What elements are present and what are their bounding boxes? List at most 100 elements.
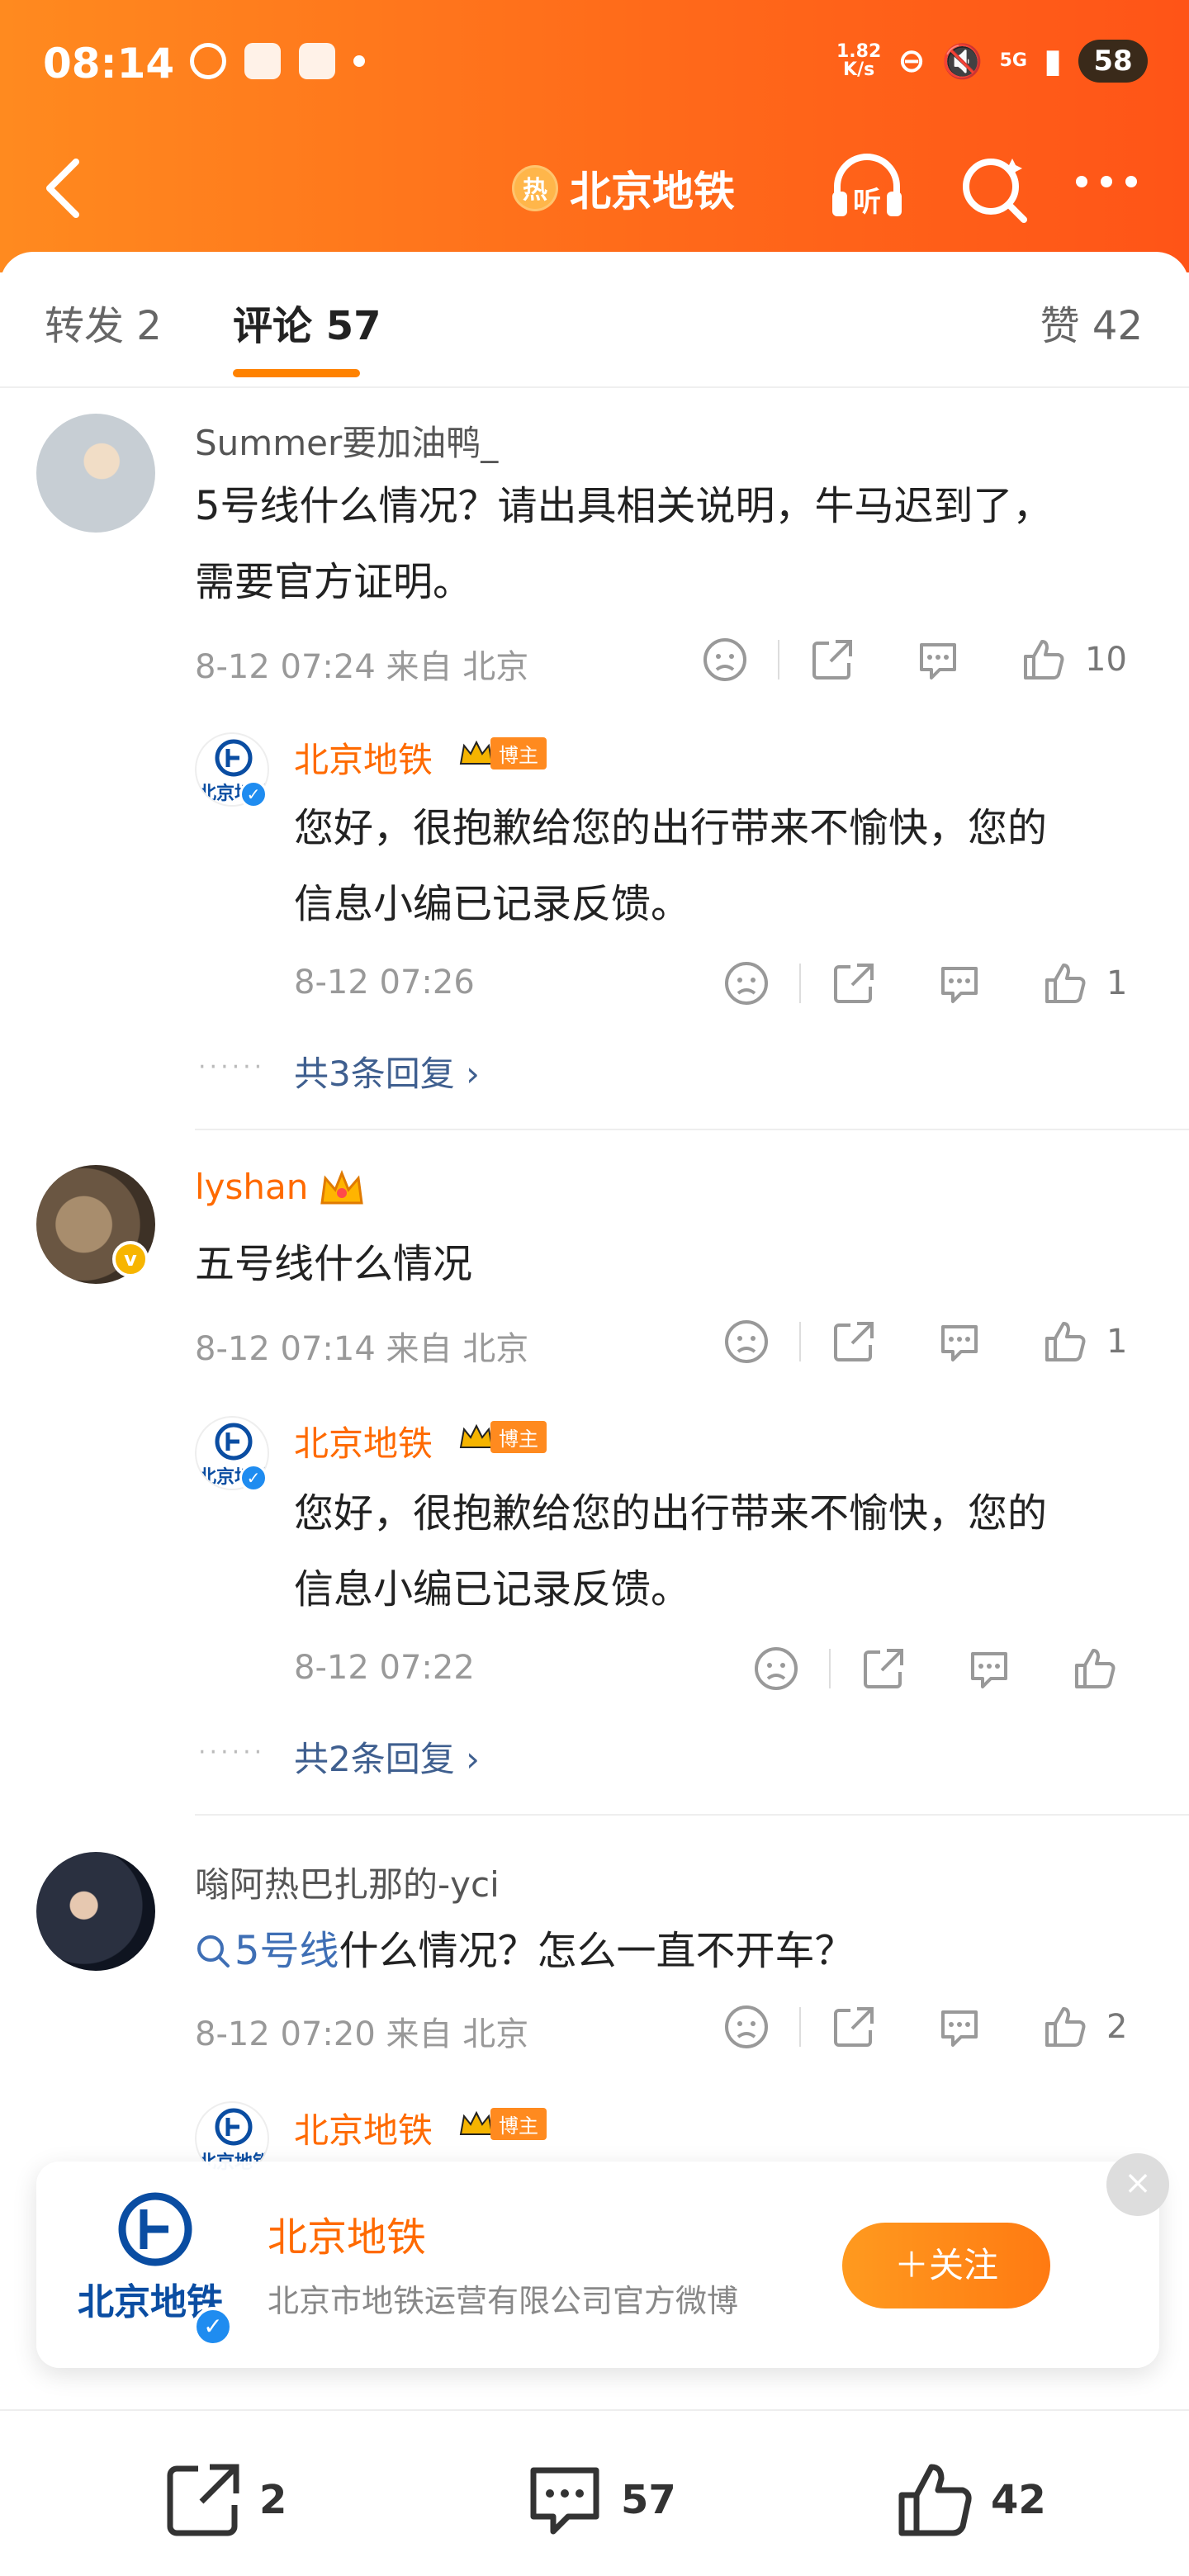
- close-icon[interactable]: ×: [1106, 2153, 1169, 2216]
- comment-username[interactable]: 嗡阿热巴扎那的-yci: [195, 1857, 500, 1907]
- comment-text: 5号线 什么情况？怎么一直不开车？: [195, 1913, 855, 1989]
- bottom-comment-button[interactable]: 57: [523, 2459, 676, 2541]
- dislike-icon[interactable]: [723, 2004, 770, 2050]
- comment-text-line: 五号线什么情况: [195, 1241, 473, 1287]
- status-bar: 08:14 1.82 K/s ⊖ 🔇 5G ▮ 58: [0, 33, 1189, 99]
- dislike-icon[interactable]: [753, 1646, 799, 1692]
- dislike-icon[interactable]: [723, 960, 770, 1006]
- comment-username[interactable]: Summer要加油鸭_: [195, 415, 498, 466]
- search-icon[interactable]: [958, 150, 1032, 225]
- verified-icon: ✓: [239, 780, 268, 808]
- app-notification-icon-2: [299, 43, 335, 79]
- reply-icon[interactable]: [936, 2004, 983, 2050]
- like-count: 1: [1106, 1323, 1128, 1361]
- verified-icon: ✓: [193, 2307, 233, 2346]
- headphones-icon[interactable]: 听: [826, 149, 908, 223]
- repost-count: 2: [259, 2477, 287, 2523]
- like-icon[interactable]: [1042, 1319, 1088, 1365]
- dislike-icon[interactable]: [702, 637, 748, 683]
- blogger-badge: 博主: [459, 2108, 547, 2140]
- svg-text:听: 听: [853, 186, 881, 219]
- nav-bar: 热 北京地铁 听: [0, 140, 1189, 231]
- page-title-wrap[interactable]: 热 北京地铁: [512, 159, 735, 218]
- follow-button[interactable]: ＋关注: [842, 2223, 1050, 2308]
- back-icon[interactable]: [40, 155, 89, 221]
- avatar[interactable]: [36, 414, 155, 533]
- follow-avatar[interactable]: 北京地铁 ✓: [78, 2185, 234, 2346]
- comment-divider: [195, 1814, 1189, 1816]
- comment-meta: 8-12 07:20 来自 北京: [195, 2015, 529, 2053]
- avatar[interactable]: [36, 1852, 155, 1971]
- share-icon[interactable]: [809, 637, 855, 683]
- reply-icon[interactable]: [966, 1646, 1012, 1692]
- verified-icon: ✓: [239, 1464, 268, 1492]
- bottom-repost-button[interactable]: 2: [162, 2459, 287, 2541]
- page-title: 北京地铁: [570, 168, 735, 215]
- like-icon: [898, 2464, 972, 2536]
- blogger-label: 博主: [490, 1421, 547, 1453]
- tab-comments[interactable]: 评论 57: [233, 293, 381, 351]
- reply-actions: 1: [723, 960, 1127, 1006]
- bottom-like-button[interactable]: 42: [893, 2459, 1046, 2541]
- subway-logo-icon: [215, 739, 253, 777]
- action-separator: [799, 964, 801, 1003]
- dots-decoration: ······: [198, 1738, 266, 1767]
- status-right-icons: 1.82 K/s ⊖ 🔇 5G ▮ 58: [836, 40, 1148, 83]
- signal-icon: ▮: [1043, 42, 1062, 80]
- reply-meta: 8-12 07:26: [294, 964, 475, 1002]
- action-separator: [829, 1649, 831, 1688]
- follow-prompt-card: 北京地铁 ✓ 北京地铁 北京市地铁运营有限公司官方微博 ＋关注 ×: [36, 2153, 1169, 2368]
- mute-icon: 🔇: [941, 42, 983, 81]
- like-icon[interactable]: [1042, 2004, 1088, 2050]
- share-icon[interactable]: [860, 1646, 907, 1692]
- blogger-label: 博主: [490, 2108, 547, 2140]
- more-replies-link[interactable]: 共2条回复 ›: [294, 1731, 480, 1782]
- reply-username[interactable]: 北京地铁: [294, 2103, 433, 2153]
- active-tab-indicator: [233, 369, 360, 377]
- dislike-icon[interactable]: [723, 1319, 770, 1365]
- comment-icon: [530, 2467, 599, 2535]
- tab-bar: 转发 2 评论 57 赞 42: [0, 252, 1189, 388]
- app-notification-icon: [244, 43, 281, 79]
- topic-link[interactable]: 5号线: [234, 1913, 339, 1989]
- more-icon[interactable]: [1069, 157, 1144, 206]
- blogger-badge: 博主: [459, 737, 547, 769]
- share-icon: [167, 2464, 239, 2536]
- like-icon[interactable]: [1021, 637, 1067, 683]
- reply-text: 您好，很抱歉给您的出行带来不愉快，您的 信息小编已记录反馈。: [294, 1475, 1047, 1627]
- net-speed: 1.82 K/s: [836, 41, 882, 80]
- like-count: 10: [1085, 641, 1127, 679]
- battery-icon: 58: [1078, 40, 1148, 83]
- reply-username[interactable]: 北京地铁: [294, 732, 433, 783]
- reply-username[interactable]: 北京地铁: [294, 1416, 433, 1466]
- signal-type: 5G: [999, 50, 1027, 71]
- like-count: 42: [991, 2477, 1046, 2523]
- tab-repost[interactable]: 转发 2: [45, 293, 162, 351]
- crown-icon: [459, 740, 494, 765]
- comment-username[interactable]: lyshan: [195, 1167, 308, 1207]
- reply-icon[interactable]: [936, 960, 983, 1006]
- like-icon[interactable]: [1042, 960, 1088, 1006]
- blogger-label: 博主: [490, 737, 547, 769]
- tab-likes[interactable]: 赞 42: [1040, 293, 1143, 351]
- comment-actions: 2: [723, 2004, 1127, 2050]
- reply-icon[interactable]: [915, 637, 961, 683]
- reply-icon[interactable]: [936, 1319, 983, 1365]
- share-icon[interactable]: [831, 2004, 877, 2050]
- comment-text-line: 5号线什么情况？请出具相关说明，牛马迟到了，: [195, 483, 1053, 529]
- share-icon[interactable]: [831, 960, 877, 1006]
- follow-description: 北京市地铁运营有限公司官方微博: [268, 2283, 739, 2319]
- comment-text-line: 需要官方证明。: [195, 559, 473, 605]
- crown-icon: [459, 2110, 494, 2135]
- subway-logo-icon: [215, 1423, 253, 1461]
- share-icon[interactable]: [831, 1319, 877, 1365]
- like-count: 2: [1106, 2008, 1128, 2046]
- crown-icon: [320, 1169, 363, 1205]
- comment-text-line: 什么情况？怎么一直不开车？: [339, 1928, 855, 1974]
- reply-actions: [753, 1646, 1118, 1692]
- like-icon[interactable]: [1072, 1646, 1118, 1692]
- more-replies-link[interactable]: 共3条回复 ›: [294, 1046, 480, 1096]
- action-separator: [799, 1322, 801, 1361]
- follow-name[interactable]: 北京地铁: [268, 2204, 426, 2262]
- comment-count: 57: [621, 2477, 676, 2523]
